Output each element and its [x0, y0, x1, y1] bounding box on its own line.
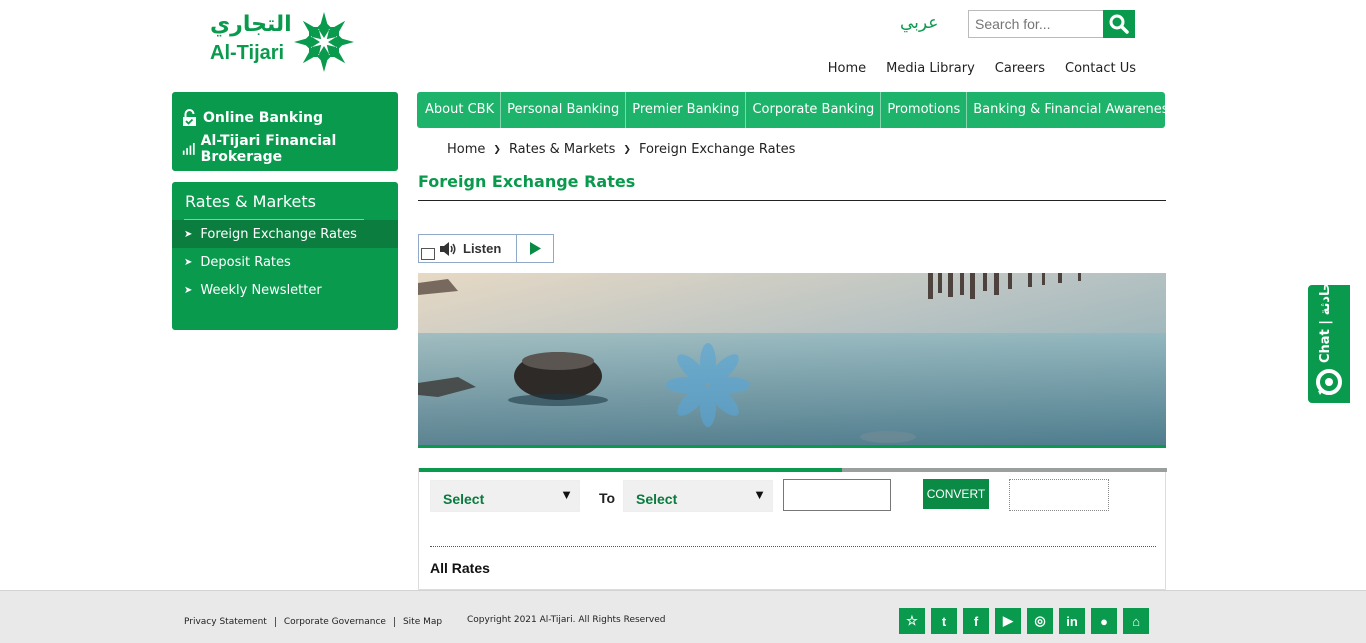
sidebar-item-label: Weekly Newsletter: [200, 282, 322, 298]
search-button[interactable]: [1103, 10, 1135, 38]
rates-markets-title: Rates & Markets: [185, 192, 317, 211]
nav-banking-financial-awareness[interactable]: Banking & Financial Awareness: [967, 92, 1181, 128]
sidebar-item-label: Deposit Rates: [200, 254, 291, 270]
sidebar-item-label: Foreign Exchange Rates: [200, 226, 357, 242]
converter-progress-fill: [419, 468, 842, 472]
converter-divider: [430, 546, 1156, 547]
chevron-right-icon: ➤: [184, 228, 193, 240]
play-button[interactable]: [517, 235, 553, 262]
instagram-icon[interactable]: ◎: [1027, 608, 1053, 634]
snapchat-icon[interactable]: ☆: [899, 608, 925, 634]
chat-bubble-icon: [1316, 369, 1342, 395]
to-label: To: [599, 490, 616, 506]
page: التجاري Al-Tijari عربي Search for... Hom…: [0, 0, 1366, 643]
nav-about-cbk[interactable]: About CBK: [419, 92, 502, 128]
banner-image: [418, 273, 1166, 448]
nav-premier-banking[interactable]: Premier Banking: [626, 92, 747, 128]
apple-icon[interactable]: ●: [1091, 608, 1117, 634]
convert-button[interactable]: CONVERT: [923, 479, 989, 509]
android-icon[interactable]: ⌂: [1123, 608, 1149, 634]
footer-link-corporate-governance[interactable]: Corporate Governance: [276, 617, 395, 627]
brokerage-link[interactable]: Al-Tijari Financial Brokerage: [182, 132, 388, 165]
bar-chart-icon: [182, 143, 195, 155]
top-link-contact-us[interactable]: Contact Us: [1065, 61, 1136, 76]
converter-progress-bar: [419, 468, 1167, 472]
search-input[interactable]: [968, 10, 1104, 38]
breadcrumb-separator-icon: ❯: [493, 144, 501, 155]
online-services-box: Online Banking Al-Tijari Financial Broke…: [172, 92, 398, 171]
logo[interactable]: التجاري Al-Tijari: [206, 10, 356, 74]
footer-link-privacy[interactable]: Privacy Statement: [184, 617, 276, 627]
from-currency-select[interactable]: Select ▼: [430, 480, 580, 512]
linkedin-icon[interactable]: in: [1059, 608, 1085, 634]
online-banking-label: Online Banking: [203, 109, 323, 126]
play-icon: [530, 242, 541, 255]
speaker-icon: [440, 241, 456, 256]
nav-promotions[interactable]: Promotions: [881, 92, 968, 128]
all-rates-heading: All Rates: [430, 560, 490, 576]
to-currency-value: Select: [636, 491, 678, 507]
footer-links: Privacy Statement Corporate Governance S…: [184, 617, 450, 627]
amount-input[interactable]: [783, 479, 891, 511]
main-nav: About CBK Personal Banking Premier Banki…: [417, 92, 1175, 128]
from-currency-value: Select: [443, 491, 485, 507]
breadcrumb: Home ❯ Rates & Markets ❯ Foreign Exchang…: [447, 142, 795, 157]
footer-link-site-map[interactable]: Site Map: [395, 617, 450, 627]
arabic-language-link[interactable]: عربي: [900, 13, 938, 33]
chevron-right-icon: ➤: [184, 284, 193, 296]
logo-arabic: التجاري: [210, 12, 292, 37]
to-currency-select[interactable]: Select ▼: [623, 480, 773, 512]
youtube-icon[interactable]: ▶: [995, 608, 1021, 634]
chat-label: Chat | محادثة: [1318, 273, 1333, 363]
top-link-media-library[interactable]: Media Library: [886, 61, 975, 76]
search-icon: [1109, 14, 1129, 34]
title-divider: [418, 200, 1166, 201]
banner-scene: [418, 273, 1166, 445]
online-banking-link[interactable]: Online Banking: [182, 102, 388, 133]
breadcrumb-separator-icon: ❯: [623, 144, 631, 155]
breadcrumb-home[interactable]: Home: [447, 142, 485, 157]
footer: Privacy Statement Corporate Governance S…: [0, 590, 1366, 643]
top-links: Home Media Library Careers Contact Us: [828, 61, 1136, 76]
currency-converter: Select ▼ To Select ▼ CONVERT All Rates: [418, 468, 1167, 590]
caret-down-icon: ▼: [560, 487, 573, 502]
twitter-icon[interactable]: t: [931, 608, 957, 634]
social-links: ☆ t f ▶ ◎ in ● ⌂: [899, 608, 1149, 634]
star-logo-icon: [294, 12, 354, 72]
sidebar-item-weekly-newsletter[interactable]: ➤ Weekly Newsletter: [172, 276, 398, 304]
top-link-careers[interactable]: Careers: [995, 61, 1045, 76]
logo-english: Al-Tijari: [210, 42, 285, 64]
facebook-icon[interactable]: f: [963, 608, 989, 634]
page-title: Foreign Exchange Rates: [418, 172, 636, 191]
breadcrumb-current: Foreign Exchange Rates: [638, 142, 796, 157]
menu-icon[interactable]: [421, 248, 435, 260]
listen-button[interactable]: Listen: [419, 235, 517, 262]
top-link-home[interactable]: Home: [828, 61, 866, 76]
listen-widget: Listen: [418, 234, 554, 263]
sidebar-item-deposit-rates[interactable]: ➤ Deposit Rates: [172, 248, 398, 276]
caret-down-icon: ▼: [753, 487, 766, 502]
sidebar-item-foreign-exchange-rates[interactable]: ➤ Foreign Exchange Rates: [172, 220, 398, 248]
chevron-right-icon: ➤: [184, 256, 193, 268]
brokerage-label: Al-Tijari Financial Brokerage: [200, 132, 337, 165]
copyright-text: Copyright 2021 Al-Tijari. All Rights Res…: [467, 615, 666, 625]
conversion-result-field: [1009, 479, 1109, 511]
rates-markets-menu: Rates & Markets ➤ Foreign Exchange Rates…: [172, 182, 398, 330]
chat-tab[interactable]: Chat | محادثة: [1308, 274, 1350, 403]
listen-label: Listen: [463, 241, 502, 256]
nav-corporate-banking[interactable]: Corporate Banking: [746, 92, 882, 128]
nav-personal-banking[interactable]: Personal Banking: [501, 92, 627, 128]
lock-icon: [183, 108, 196, 126]
breadcrumb-rates-markets[interactable]: Rates & Markets: [509, 142, 615, 157]
